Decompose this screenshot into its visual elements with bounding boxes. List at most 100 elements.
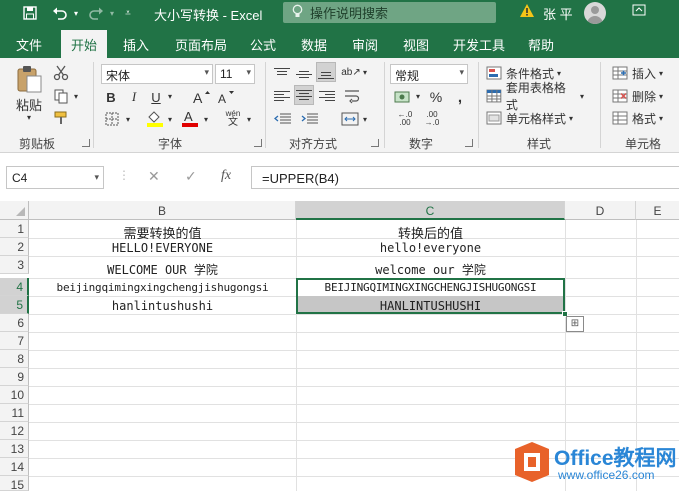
- format-cells-button[interactable]: 格式 ▾: [612, 109, 679, 127]
- row-header[interactable]: 1: [0, 220, 29, 238]
- italic-button[interactable]: I: [126, 88, 142, 106]
- selection-range[interactable]: [296, 278, 565, 314]
- search-input[interactable]: 操作说明搜索: [283, 2, 496, 23]
- cell-b5[interactable]: hanlintushushi: [29, 297, 296, 315]
- font-launcher-icon[interactable]: [254, 139, 262, 147]
- decrease-indent-icon[interactable]: [272, 110, 294, 128]
- cell-c3[interactable]: welcome our 学院: [296, 259, 565, 277]
- merge-dropdown-icon[interactable]: ▾: [361, 114, 369, 124]
- quick-analysis-icon[interactable]: ⊞: [566, 316, 584, 332]
- decrease-decimal-icon[interactable]: .00 →.0: [420, 109, 444, 129]
- cut-icon[interactable]: [52, 64, 70, 82]
- row-header[interactable]: 15: [0, 476, 29, 491]
- orientation-dropdown-icon[interactable]: ▾: [361, 67, 369, 77]
- tab-developer[interactable]: 开发工具: [453, 35, 505, 54]
- cell-styles-button[interactable]: 单元格样式 ▾: [486, 109, 580, 127]
- row-header[interactable]: 12: [0, 422, 29, 440]
- ribbon-display-options-icon[interactable]: [632, 3, 646, 20]
- cell-b2[interactable]: HELLO!EVERYONE: [29, 239, 296, 257]
- copy-icon[interactable]: [52, 87, 70, 105]
- row-header[interactable]: 11: [0, 404, 29, 422]
- column-header-d[interactable]: D: [565, 201, 636, 220]
- name-box[interactable]: C4 ▾: [6, 166, 104, 189]
- row-header[interactable]: 4: [0, 278, 29, 296]
- align-right-icon[interactable]: [319, 89, 335, 103]
- row-header[interactable]: 9: [0, 368, 29, 386]
- accounting-dropdown-icon[interactable]: ▾: [414, 91, 422, 101]
- number-format-select[interactable]: 常规 ▾: [390, 64, 468, 84]
- row-header[interactable]: 10: [0, 386, 29, 404]
- formula-input[interactable]: =UPPER(B4): [251, 166, 679, 189]
- customize-toolbar-icon[interactable]: ⩡: [122, 3, 134, 23]
- row-header[interactable]: 3: [0, 256, 29, 274]
- increase-indent-icon[interactable]: [299, 110, 321, 128]
- percent-button[interactable]: %: [427, 87, 445, 107]
- paste-button[interactable]: 粘贴: [14, 96, 44, 113]
- cell-b1[interactable]: 需要转换的值: [29, 221, 296, 239]
- increase-decimal-icon[interactable]: ←.0.00: [393, 109, 417, 129]
- bold-button[interactable]: B: [103, 88, 119, 106]
- cell-c2[interactable]: hello!everyone: [296, 239, 565, 257]
- format-painter-icon[interactable]: [52, 109, 70, 127]
- fill-color-dropdown-icon[interactable]: ▾: [166, 114, 174, 124]
- font-size-select[interactable]: 11 ▾: [215, 64, 255, 84]
- cell-b3[interactable]: WELCOME OUR 学院: [29, 259, 296, 277]
- clipboard-launcher-icon[interactable]: [82, 139, 90, 147]
- redo-dropdown-icon[interactable]: ▾: [107, 3, 117, 23]
- row-header[interactable]: 14: [0, 458, 29, 476]
- redo-icon[interactable]: [86, 3, 106, 23]
- cell-c1[interactable]: 转换后的值: [296, 221, 565, 239]
- align-bottom-button[interactable]: [316, 62, 336, 82]
- tab-view[interactable]: 视图: [403, 35, 429, 54]
- font-color-dropdown-icon[interactable]: ▾: [202, 114, 210, 124]
- align-center-button[interactable]: [294, 85, 314, 105]
- underline-button[interactable]: U: [148, 88, 164, 106]
- column-header-c[interactable]: C: [296, 201, 565, 220]
- cancel-icon[interactable]: ✕: [148, 168, 160, 185]
- user-name[interactable]: 张 平: [543, 4, 573, 23]
- tab-home[interactable]: 开始: [61, 30, 108, 58]
- font-name-select[interactable]: 宋体 ▾: [101, 64, 213, 84]
- insert-cells-button[interactable]: 插入 ▾: [612, 64, 679, 82]
- tab-insert[interactable]: 插入: [123, 35, 149, 54]
- borders-dropdown-icon[interactable]: ▾: [124, 114, 132, 124]
- paste-icon[interactable]: [14, 64, 44, 94]
- cell-b4[interactable]: beijingqimingxingchengjishugongsi: [29, 279, 296, 297]
- underline-dropdown-icon[interactable]: ▾: [166, 91, 174, 101]
- row-header[interactable]: 2: [0, 238, 29, 256]
- undo-dropdown-icon[interactable]: ▾: [71, 3, 81, 23]
- tab-help[interactable]: 帮助: [528, 35, 554, 54]
- row-header[interactable]: 6: [0, 314, 29, 332]
- tab-page-layout[interactable]: 页面布局: [175, 35, 227, 54]
- font-color-icon[interactable]: A: [180, 108, 200, 128]
- tab-formulas[interactable]: 公式: [250, 35, 276, 54]
- row-header[interactable]: 5: [0, 296, 29, 314]
- column-header-e[interactable]: E: [636, 201, 679, 220]
- comma-style-icon[interactable]: ,: [451, 87, 469, 107]
- delete-cells-button[interactable]: 删除 ▾: [612, 87, 679, 105]
- warning-icon[interactable]: [519, 3, 534, 17]
- undo-icon[interactable]: [50, 3, 70, 23]
- avatar[interactable]: [584, 2, 606, 24]
- insert-function-icon[interactable]: fx: [221, 168, 231, 184]
- phonetic-dropdown-icon[interactable]: ▾: [245, 114, 253, 124]
- increase-font-size-icon[interactable]: A: [191, 87, 211, 107]
- tab-data[interactable]: 数据: [301, 35, 327, 54]
- align-left-icon[interactable]: [274, 89, 290, 103]
- align-middle-icon[interactable]: [296, 69, 312, 80]
- fill-color-icon[interactable]: [145, 108, 165, 128]
- copy-dropdown-icon[interactable]: ▾: [72, 91, 80, 101]
- accounting-format-icon[interactable]: [393, 87, 413, 107]
- row-header[interactable]: 13: [0, 440, 29, 458]
- select-all-button[interactable]: [0, 201, 29, 220]
- tab-file[interactable]: 文件: [16, 35, 42, 54]
- row-header[interactable]: 8: [0, 350, 29, 368]
- phonetic-guide-icon[interactable]: wén 文: [222, 108, 244, 128]
- enter-icon[interactable]: ✓: [185, 168, 197, 185]
- orientation-icon[interactable]: ab↗: [341, 63, 361, 81]
- column-header-b[interactable]: B: [29, 201, 296, 220]
- align-top-icon[interactable]: [274, 66, 290, 77]
- decrease-font-size-icon[interactable]: A: [216, 87, 236, 107]
- save-icon[interactable]: [22, 3, 38, 23]
- number-launcher-icon[interactable]: [465, 139, 473, 147]
